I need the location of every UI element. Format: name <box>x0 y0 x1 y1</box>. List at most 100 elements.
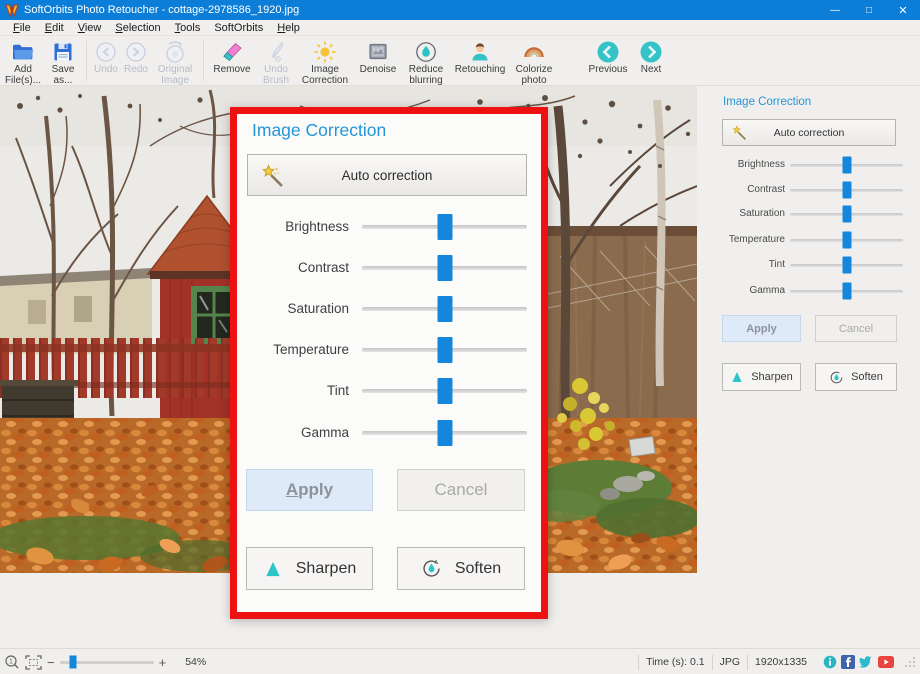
saturation-row: Saturation <box>697 205 920 223</box>
magic-wand-icon <box>262 164 283 187</box>
image-correction-button[interactable]: Image Correction <box>297 40 353 86</box>
previous-button[interactable]: Previous <box>585 40 631 76</box>
resize-grip[interactable] <box>904 656 916 668</box>
apply-button[interactable]: Apply <box>722 315 801 342</box>
zoom-in-button[interactable]: + <box>159 655 167 670</box>
saturation-slider[interactable] <box>790 205 903 223</box>
menu-edit[interactable]: Edit <box>38 21 71 35</box>
soften-droplet-icon <box>423 560 440 577</box>
toolbar-separator <box>203 41 204 81</box>
remove-button[interactable]: Remove <box>209 40 255 76</box>
auto-correction-label: Auto correction <box>773 126 845 139</box>
zoom-slider[interactable] <box>59 655 154 669</box>
image-correction-panel: Image Correction Auto correction Brightn… <box>697 86 920 648</box>
contrast-slider[interactable] <box>362 255 527 281</box>
zoom-slider-thumb[interactable] <box>69 655 77 669</box>
saturation-row: Saturation <box>237 295 541 323</box>
status-separator <box>747 654 749 670</box>
colorize-photo-button[interactable]: Colorize photo <box>511 40 557 86</box>
slider-thumb[interactable] <box>842 282 851 300</box>
auto-correction-button[interactable]: Auto correction <box>722 119 896 146</box>
soften-button[interactable]: Soften <box>815 363 897 391</box>
sharpen-button[interactable]: Sharpen <box>722 363 801 391</box>
slider-thumb[interactable] <box>437 337 452 363</box>
gamma-row: Gamma <box>697 282 920 300</box>
floppy-icon <box>52 40 74 64</box>
reduce-blurring-button[interactable]: Reduce blurring <box>403 40 449 86</box>
cancel-button[interactable]: Cancel <box>815 315 897 342</box>
slider-thumb[interactable] <box>842 156 851 174</box>
add-files-button[interactable]: Add File(s)... <box>3 40 43 86</box>
magic-wand-icon <box>732 125 746 140</box>
cancel-button[interactable]: Cancel <box>397 469 525 511</box>
image-dimensions: 1920x1335 <box>755 656 807 668</box>
zoom-out-button[interactable]: − <box>47 655 55 670</box>
panel-title: Image Correction <box>723 96 812 108</box>
brightness-slider[interactable] <box>362 214 527 240</box>
gamma-slider[interactable] <box>790 282 903 300</box>
processing-time: Time (s): 0.1 <box>646 656 705 668</box>
sharpen-button[interactable]: Sharpen <box>246 547 373 590</box>
contrast-slider[interactable] <box>790 181 903 199</box>
brightness-slider[interactable] <box>790 156 903 174</box>
toolbar-separator <box>86 41 87 81</box>
slider-thumb[interactable] <box>437 296 452 322</box>
temperature-slider[interactable] <box>790 231 903 249</box>
slider-thumb[interactable] <box>842 205 851 223</box>
tint-slider[interactable] <box>362 378 527 404</box>
undo-brush-button: Undo Brush <box>257 40 295 86</box>
slider-thumb[interactable] <box>437 214 452 240</box>
minimize-button[interactable]: — <box>818 0 852 20</box>
contrast-row: Contrast <box>697 181 920 199</box>
menubar: File Edit View Selection Tools SoftOrbit… <box>0 20 920 36</box>
apply-button[interactable]: Apply <box>246 469 373 511</box>
menu-softorbits[interactable]: SoftOrbits <box>207 21 270 35</box>
contrast-row: Contrast <box>237 254 541 282</box>
maximize-button[interactable]: □ <box>852 0 886 20</box>
save-as-button[interactable]: Save as... <box>45 40 81 86</box>
gamma-slider[interactable] <box>362 420 527 446</box>
gamma-row: Gamma <box>237 419 541 447</box>
temperature-slider[interactable] <box>362 337 527 363</box>
soften-button[interactable]: Soften <box>397 547 525 590</box>
brightness-row: Brightness <box>237 213 541 241</box>
slider-thumb[interactable] <box>437 420 452 446</box>
menu-file[interactable]: File <box>6 21 38 35</box>
slider-thumb[interactable] <box>437 378 452 404</box>
next-button[interactable]: Next <box>633 40 669 76</box>
fit-to-screen-icon[interactable] <box>25 654 42 670</box>
droplet-icon <box>414 40 438 64</box>
folder-icon <box>11 40 35 64</box>
temperature-row: Temperature <box>697 231 920 249</box>
slider-thumb[interactable] <box>437 255 452 281</box>
info-icon[interactable] <box>823 655 837 669</box>
tint-slider[interactable] <box>790 256 903 274</box>
titlebar: SoftOrbits Photo Retoucher - cottage-297… <box>0 0 920 20</box>
status-separator <box>711 654 713 670</box>
sun-icon <box>313 40 337 64</box>
retouching-button[interactable]: Retouching <box>451 40 509 76</box>
youtube-icon[interactable] <box>878 656 894 668</box>
slider-thumb[interactable] <box>842 231 851 249</box>
menu-selection[interactable]: Selection <box>108 21 167 35</box>
twitter-icon[interactable] <box>859 655 874 669</box>
brush-icon <box>264 40 288 64</box>
facebook-icon[interactable] <box>841 655 855 669</box>
app-logo-icon <box>5 4 19 17</box>
slider-thumb[interactable] <box>842 181 851 199</box>
menu-tools[interactable]: Tools <box>168 21 208 35</box>
menu-view[interactable]: View <box>71 21 109 35</box>
status-separator <box>638 654 640 670</box>
redo-icon <box>125 40 147 64</box>
zoom-actual-size-icon[interactable]: 1 <box>4 654 20 670</box>
zoom-percent: 54% <box>185 656 207 668</box>
dialog-title: Image Correction <box>252 120 387 140</box>
tint-row: Tint <box>697 256 920 274</box>
denoise-button[interactable]: Denoise <box>355 40 401 76</box>
auto-correction-button[interactable]: Auto correction <box>247 154 527 196</box>
close-button[interactable]: ✕ <box>886 0 920 20</box>
menu-help[interactable]: Help <box>270 21 307 35</box>
saturation-slider[interactable] <box>362 296 527 322</box>
slider-thumb[interactable] <box>842 256 851 274</box>
image-correction-dialog: Image Correction Auto correction Brightn… <box>230 107 548 619</box>
